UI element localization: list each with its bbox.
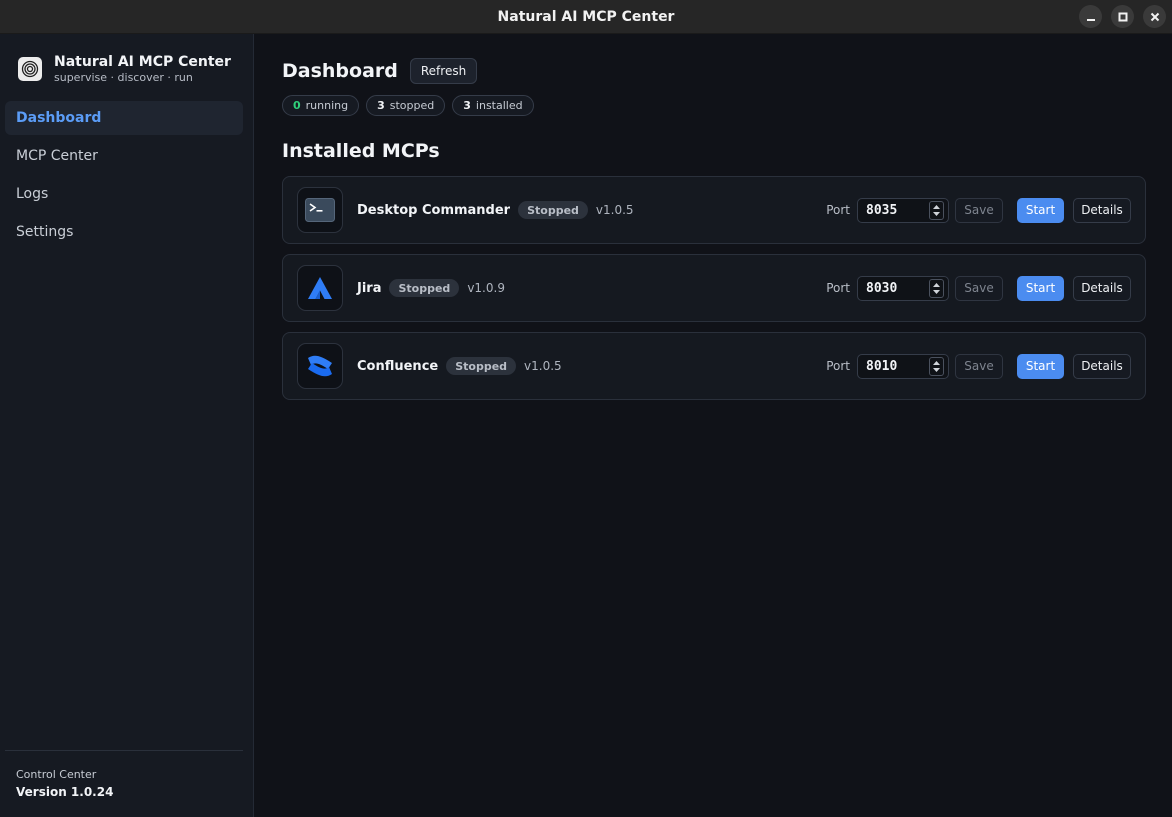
port-stepper[interactable] bbox=[929, 356, 944, 376]
mcp-version: v1.0.5 bbox=[595, 203, 634, 217]
port-input[interactable]: 8030 bbox=[857, 275, 949, 301]
sidebar-footer: Control Center Version 1.0.24 bbox=[5, 750, 243, 799]
mcp-info: Desktop Commander Stopped v1.0.5 bbox=[357, 177, 634, 243]
mcp-card: Jira Stopped v1.0.9 Port 8030 Save Start… bbox=[282, 254, 1146, 322]
maximize-button[interactable] bbox=[1111, 5, 1134, 28]
status-badge: Stopped bbox=[518, 201, 588, 219]
mcp-card: Desktop Commander Stopped v1.0.5 Port 80… bbox=[282, 176, 1146, 244]
installed-label: installed bbox=[475, 99, 523, 112]
window-title: Natural AI MCP Center bbox=[497, 8, 675, 25]
terminal-icon bbox=[297, 187, 343, 233]
chevron-down-icon[interactable] bbox=[933, 211, 940, 216]
brand: Natural AI MCP Center supervise · discov… bbox=[18, 54, 231, 84]
brand-title: Natural AI MCP Center bbox=[54, 54, 231, 70]
close-icon bbox=[1150, 12, 1159, 21]
port-value: 8010 bbox=[866, 358, 898, 374]
save-button[interactable]: Save bbox=[955, 275, 1003, 301]
start-button[interactable]: Start bbox=[1017, 197, 1064, 223]
chevron-down-icon[interactable] bbox=[933, 367, 940, 372]
details-button[interactable]: Details bbox=[1073, 275, 1131, 301]
page-title: Dashboard bbox=[282, 60, 398, 82]
footer-label: Control Center bbox=[16, 768, 97, 781]
minimize-icon bbox=[1086, 18, 1095, 21]
section-title: Installed MCPs bbox=[282, 140, 440, 162]
mcp-actions: Port 8010 Save Start Details bbox=[826, 333, 1131, 399]
chevron-up-icon[interactable] bbox=[933, 282, 940, 287]
port-input[interactable]: 8010 bbox=[857, 353, 949, 379]
confluence-logo-icon bbox=[297, 343, 343, 389]
sidebar-item-mcp-center[interactable]: MCP Center bbox=[5, 139, 243, 173]
mcp-actions: Port 8035 Save Start Details bbox=[826, 177, 1131, 243]
footer-version: Version 1.0.24 bbox=[16, 785, 114, 799]
stopped-count-badge: 3 stopped bbox=[366, 95, 446, 116]
maximize-icon bbox=[1118, 12, 1127, 21]
installed-count: 3 bbox=[463, 99, 471, 112]
port-input[interactable]: 8035 bbox=[857, 197, 949, 223]
chevron-down-icon[interactable] bbox=[933, 289, 940, 294]
port-label: Port bbox=[826, 359, 850, 373]
port-value: 8030 bbox=[866, 280, 898, 296]
main-content: Dashboard Refresh 0 running 3 stopped 3 … bbox=[255, 34, 1172, 817]
status-summary: 0 running 3 stopped 3 installed bbox=[282, 95, 534, 116]
dashboard-header: Dashboard Refresh bbox=[282, 58, 478, 84]
save-button[interactable]: Save bbox=[955, 353, 1003, 379]
close-button[interactable] bbox=[1143, 5, 1166, 28]
mcp-name: Desktop Commander bbox=[357, 202, 511, 218]
window-titlebar[interactable]: Natural AI MCP Center bbox=[0, 0, 1172, 34]
sidebar-nav: Dashboard MCP Center Logs Settings bbox=[5, 101, 243, 253]
mcp-version: v1.0.9 bbox=[467, 281, 505, 295]
running-count-badge: 0 running bbox=[282, 95, 360, 116]
running-count: 0 bbox=[293, 99, 301, 112]
port-stepper[interactable] bbox=[929, 278, 944, 298]
installed-count-badge: 3 installed bbox=[452, 95, 534, 116]
status-badge: Stopped bbox=[389, 279, 460, 297]
start-button[interactable]: Start bbox=[1017, 275, 1064, 301]
chevron-up-icon[interactable] bbox=[933, 204, 940, 209]
details-button[interactable]: Details bbox=[1073, 353, 1131, 379]
minimize-button[interactable] bbox=[1079, 5, 1102, 28]
mcp-list: Desktop Commander Stopped v1.0.5 Port 80… bbox=[282, 176, 1146, 410]
port-label: Port bbox=[826, 203, 850, 217]
sidebar-item-settings[interactable]: Settings bbox=[5, 215, 243, 249]
jira-logo-icon bbox=[297, 265, 343, 311]
mcp-name: Confluence bbox=[357, 358, 439, 374]
sidebar-item-dashboard[interactable]: Dashboard bbox=[5, 101, 243, 135]
chevron-up-icon[interactable] bbox=[933, 360, 940, 365]
details-button[interactable]: Details bbox=[1073, 197, 1131, 223]
port-label: Port bbox=[826, 281, 850, 295]
status-badge: Stopped bbox=[446, 357, 517, 375]
start-button[interactable]: Start bbox=[1017, 353, 1064, 379]
window-controls bbox=[1079, 5, 1166, 28]
save-button[interactable]: Save bbox=[955, 197, 1003, 223]
sidebar-item-logs[interactable]: Logs bbox=[5, 177, 243, 211]
mcp-actions: Port 8030 Save Start Details bbox=[826, 255, 1131, 321]
sidebar: Natural AI MCP Center supervise · discov… bbox=[0, 34, 254, 817]
refresh-button[interactable]: Refresh bbox=[409, 58, 478, 84]
mcp-info: Confluence Stopped v1.0.5 bbox=[357, 333, 562, 399]
stopped-label: stopped bbox=[389, 99, 435, 112]
stopped-count: 3 bbox=[377, 99, 385, 112]
running-label: running bbox=[305, 99, 349, 112]
mcp-version: v1.0.5 bbox=[524, 359, 562, 373]
port-value: 8035 bbox=[866, 202, 898, 218]
mcp-info: Jira Stopped v1.0.9 bbox=[357, 255, 505, 321]
mcp-card: Confluence Stopped v1.0.5 Port 8010 Save… bbox=[282, 332, 1146, 400]
mcp-name: Jira bbox=[357, 280, 382, 296]
brand-logo-icon bbox=[18, 57, 42, 81]
brand-subtitle: supervise · discover · run bbox=[54, 71, 193, 84]
port-stepper[interactable] bbox=[929, 200, 944, 220]
